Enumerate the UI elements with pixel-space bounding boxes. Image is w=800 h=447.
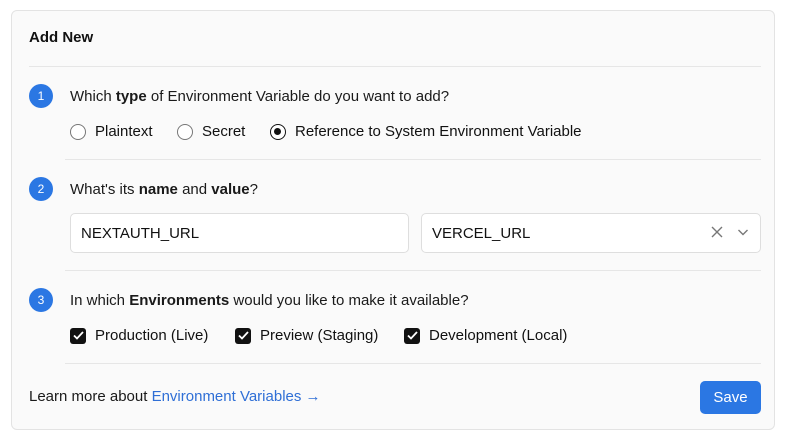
checkbox-label: Development (Local) xyxy=(429,327,568,344)
radio-icon[interactable] xyxy=(177,123,193,140)
step-1-badge: 1 xyxy=(29,84,53,108)
save-button[interactable]: Save xyxy=(700,381,761,414)
step-2-question: What's its name and value? xyxy=(70,181,258,198)
type-radio-secret[interactable]: Secret xyxy=(177,123,245,140)
env-checkbox-development[interactable]: Development (Local) xyxy=(404,327,567,344)
env-checkbox-preview[interactable]: Preview (Staging) xyxy=(235,327,378,344)
divider xyxy=(65,159,761,160)
learn-more-text: Learn more about Environment Variables → xyxy=(29,388,321,405)
step-1-question: Which type of Environment Variable do yo… xyxy=(70,88,450,105)
step-3-badge: 3 xyxy=(29,288,53,312)
clear-icon[interactable] xyxy=(710,225,724,243)
checkbox-checked-icon[interactable] xyxy=(235,327,251,344)
type-radio-plaintext[interactable]: Plaintext xyxy=(70,123,153,140)
divider xyxy=(29,66,761,67)
radio-selected-icon[interactable] xyxy=(270,123,286,140)
card-title: Add New xyxy=(29,29,94,46)
radio-label: Secret xyxy=(202,123,246,140)
radio-label: Plaintext xyxy=(95,123,153,140)
add-new-card: Add New 1 Which type of Environment Vari… xyxy=(11,10,775,430)
checkbox-label: Preview (Staging) xyxy=(260,327,379,344)
radio-icon[interactable] xyxy=(70,123,86,140)
chevron-down-icon[interactable] xyxy=(736,225,750,243)
step-3-question: In which Environments would you like to … xyxy=(70,292,469,309)
value-select-value: VERCEL_URL xyxy=(432,224,531,242)
environment-variables-link[interactable]: Environment Variables → xyxy=(152,388,321,405)
radio-label: Reference to System Environment Variable xyxy=(295,123,582,140)
value-select[interactable]: VERCEL_URL xyxy=(421,213,761,253)
select-controls xyxy=(710,225,750,243)
divider xyxy=(65,270,761,271)
type-radio-reference[interactable]: Reference to System Environment Variable xyxy=(270,123,582,140)
name-input-value: NEXTAUTH_URL xyxy=(81,224,200,242)
checkbox-checked-icon[interactable] xyxy=(404,327,420,344)
checkbox-checked-icon[interactable] xyxy=(70,327,86,344)
name-input[interactable]: NEXTAUTH_URL xyxy=(70,213,409,253)
env-checkbox-production[interactable]: Production (Live) xyxy=(70,327,208,344)
step-2-badge: 2 xyxy=(29,177,53,201)
checkbox-label: Production (Live) xyxy=(95,327,209,344)
divider xyxy=(65,363,761,364)
